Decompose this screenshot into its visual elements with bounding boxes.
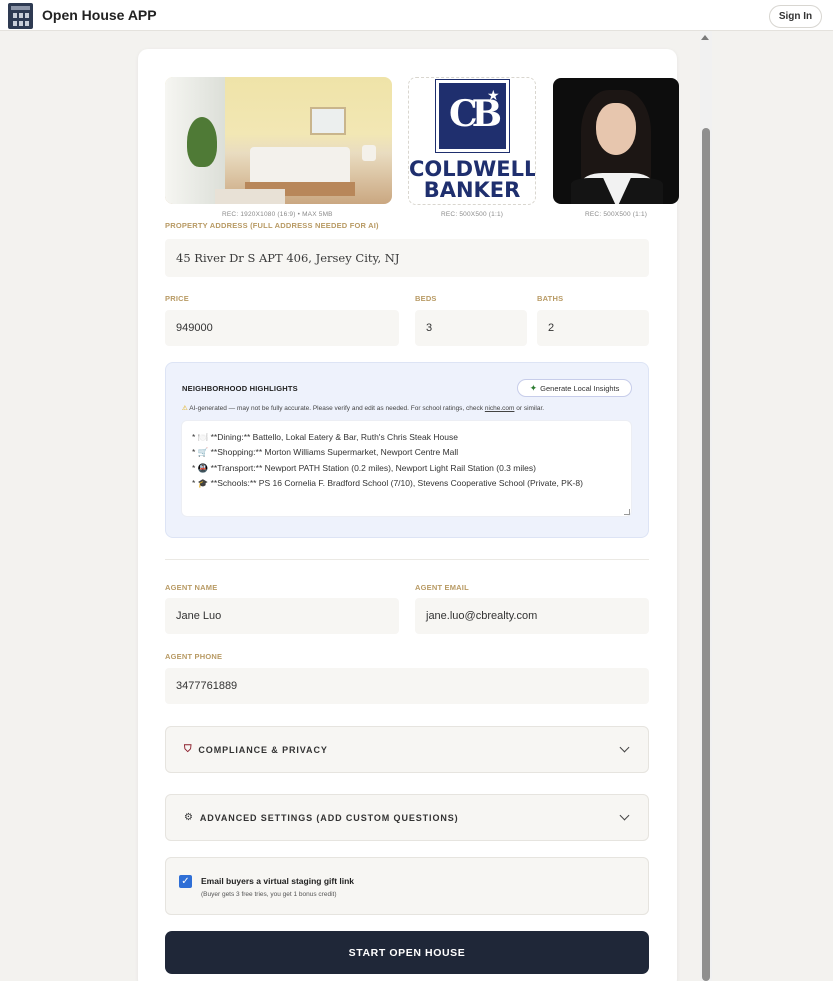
niche-link[interactable]: niche.com [485,405,515,412]
brand-logo-hint: REC: 500X500 (1:1) [441,211,504,218]
highlight-dining: * 🍽️ **Dining:** Battello, Lokal Eatery … [192,432,458,442]
agent-name-input[interactable]: Jane Luo [165,598,399,634]
app-title[interactable]: Open House APP [42,7,157,23]
property-photo-upload[interactable] [165,77,392,204]
agent-email-label: AGENT EMAIL [415,583,469,592]
gift-link-option: ✓ Email buyers a virtual staging gift li… [165,857,649,915]
agent-photo-hint: REC: 500X500 (1:1) [585,211,648,218]
address-label: PROPERTY ADDRESS (FULL ADDRESS NEEDED FO… [165,221,379,230]
agent-phone-input[interactable]: 3477761889 [165,668,649,704]
gift-link-subtitle: (Buyer gets 3 free tries, you get 1 bonu… [201,891,337,898]
compliance-label: COMPLIANCE & PRIVACY [198,744,328,755]
compliance-privacy-accordion[interactable]: ⛉ COMPLIANCE & PRIVACY [165,726,649,773]
start-open-house-button[interactable]: START OPEN HOUSE [165,931,649,974]
top-bar: Open House APP Sign In [0,0,833,31]
baths-label: BATHS [537,294,564,303]
baths-input[interactable]: 2 [537,310,649,346]
advanced-settings-accordion[interactable]: ⚙ ADVANCED SETTINGS (ADD CUSTOM QUESTION… [165,794,649,841]
chevron-down-icon [619,742,630,753]
ai-disclaimer: ⚠ AI-generated — may not be fully accura… [182,404,544,412]
neighborhood-title: NEIGHBORHOOD HIGHLIGHTS [182,384,298,393]
gift-link-title[interactable]: Email buyers a virtual staging gift link [201,876,354,886]
sparkle-icon: ✦ [529,382,538,393]
chevron-down-icon [619,810,630,821]
price-label: PRICE [165,294,189,303]
shield-icon: ⛉ [184,744,193,755]
app-logo-icon[interactable] [8,3,33,29]
warning-icon: ⚠ [182,405,188,412]
gear-icon: ⚙ [184,812,194,823]
textarea-resize-handle[interactable] [624,509,630,515]
beds-label: BEDS [415,294,437,303]
gift-link-checkbox[interactable]: ✓ [179,875,192,888]
highlight-shopping: * 🛒 **Shopping:** Morton Williams Superm… [192,447,459,457]
star-icon: ★ [487,87,500,103]
ai-note-prefix: AI-generated — may not be fully accurate… [189,405,485,412]
highlight-schools: * 🎓 **Schools:** PS 16 Cornelia F. Bradf… [192,478,583,488]
section-divider [165,559,649,560]
agent-photo-upload[interactable] [553,78,679,204]
sign-in-button[interactable]: Sign In [769,5,822,28]
agent-email-input[interactable]: jane.luo@cbrealty.com [415,598,649,634]
brand-name-line2: BANKER [423,178,521,202]
highlight-transport: * 🚇 **Transport:** Newport PATH Station … [192,463,536,473]
ai-note-suffix: or similar. [514,405,545,412]
generate-local-insights-label: Generate Local Insights [540,383,620,393]
advanced-settings-label: ADVANCED SETTINGS (ADD CUSTOM QUESTIONS) [199,812,459,823]
brand-logo-upload[interactable]: CB ★ COLDWELL BANKER [408,77,536,205]
address-input[interactable]: 45 River Dr S APT 406, Jersey City, NJ [165,239,649,277]
property-photo-hint: REC: 1920X1080 (16:9) • MAX 5MB [222,211,333,218]
scroll-up-arrow-icon[interactable] [701,35,709,40]
price-input[interactable]: 949000 [165,310,399,346]
generate-local-insights-button[interactable]: ✦ Generate Local Insights [517,379,632,397]
scrollbar-thumb[interactable] [702,128,710,981]
brand-logo-mark: CB ★ [435,79,510,153]
agent-name-label: AGENT NAME [165,583,218,592]
beds-input[interactable]: 3 [415,310,527,346]
agent-phone-label: AGENT PHONE [165,652,223,661]
